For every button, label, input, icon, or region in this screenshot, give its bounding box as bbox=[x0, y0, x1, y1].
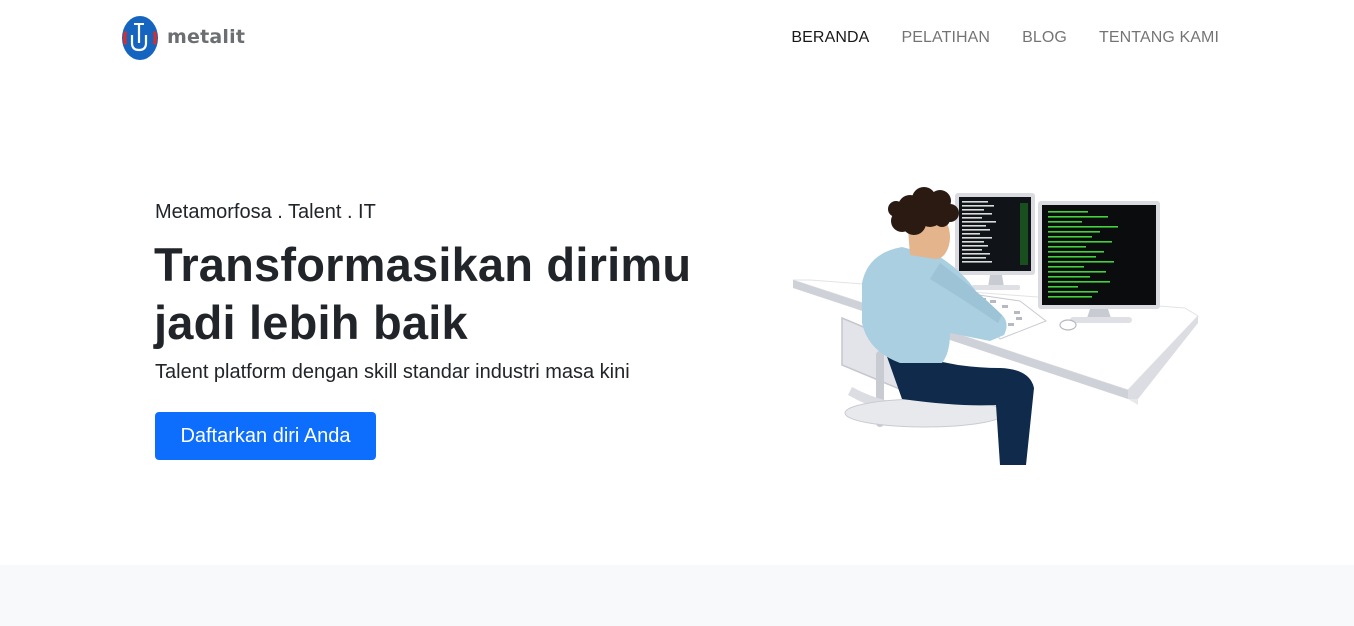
hero-title-line-2: jadi lebih baik bbox=[154, 296, 468, 349]
main-nav: BERANDA PELATIHAN BLOG TENTANG KAMI bbox=[759, 29, 1219, 47]
hero-title: Transformasikan dirimu jadi lebih baik bbox=[154, 236, 754, 352]
developer-at-desk-illustration bbox=[792, 187, 1199, 465]
hero-lead: Talent platform dengan skill standar ind… bbox=[155, 361, 630, 383]
navbar: metalit BERANDA PELATIHAN BLOG TENTANG K… bbox=[0, 0, 1354, 76]
metalit-logo-icon bbox=[122, 16, 158, 60]
nav-item-tentang-kami[interactable]: TENTANG KAMI bbox=[1099, 29, 1219, 47]
nav-item-pelatihan[interactable]: PELATIHAN bbox=[901, 29, 990, 47]
brand-link[interactable]: metalit bbox=[121, 15, 245, 61]
hero-tagline: Metamorfosa . Talent . IT bbox=[155, 201, 376, 223]
hero-title-line-1: Transformasikan dirimu bbox=[154, 238, 692, 291]
next-section-band bbox=[0, 565, 1354, 626]
brand-name: metalit bbox=[167, 26, 246, 48]
nav-item-blog[interactable]: BLOG bbox=[1022, 29, 1067, 47]
register-button[interactable]: Daftarkan diri Anda bbox=[155, 412, 376, 460]
nav-item-beranda[interactable]: BERANDA bbox=[791, 29, 869, 47]
